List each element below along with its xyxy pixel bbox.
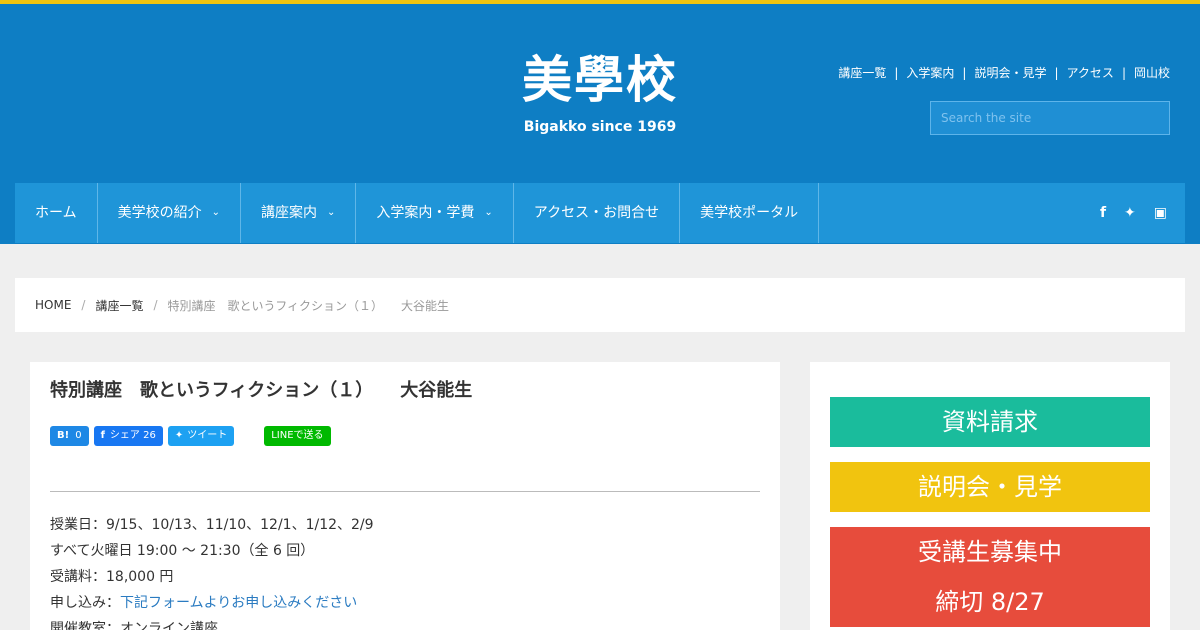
site-logo[interactable]: 美學校 Bigakko since 1969 xyxy=(500,52,700,142)
recruitment-label: 受講生募集中 xyxy=(918,538,1062,566)
nav-item-label: 美学校ポータル xyxy=(700,205,799,221)
twitter-icon[interactable]: ✦ xyxy=(1124,205,1136,221)
apply-label: 申し込み： xyxy=(50,595,120,611)
nav-item-label: 入学案内・学費 xyxy=(376,205,475,221)
breadcrumb-current: 特別講座 歌というフィクション（１） 大谷能生 xyxy=(167,298,450,313)
toplink-separator: | xyxy=(962,66,967,80)
logo-tagline: Bigakko since 1969 xyxy=(523,119,677,135)
nav-item-label: アクセス・お問合せ xyxy=(533,205,660,221)
hatena-bookmark-button[interactable]: B! 0 xyxy=(50,426,89,446)
page-title: 特別講座 歌というフィクション（１） 大谷能生 xyxy=(50,380,473,401)
toplink-access[interactable]: アクセス xyxy=(1067,64,1114,82)
breadcrumb-home[interactable]: HOME xyxy=(35,298,71,312)
divider xyxy=(50,491,760,492)
tweet-button[interactable]: ✦ ツイート xyxy=(167,426,235,446)
search-input[interactable]: Search the site xyxy=(930,101,1170,135)
request-materials-button[interactable]: 資料請求 xyxy=(830,397,1150,447)
breadcrumb-separator: / xyxy=(153,298,158,312)
toplink-separator: | xyxy=(894,66,899,80)
hatena-icon: B! xyxy=(57,430,70,441)
instagram-icon[interactable]: ▣ xyxy=(1154,205,1167,221)
tweet-label: ツイート xyxy=(187,430,228,441)
nav-item-label: ホーム xyxy=(35,205,77,221)
chevron-down-icon: ⌄ xyxy=(484,207,493,218)
twitter-icon: ✦ xyxy=(174,430,184,441)
nav-item-portal[interactable]: 美学校ポータル xyxy=(680,183,820,243)
course-schedule: すべて火曜日 19:00 〜 21:30（全 6 回） xyxy=(50,543,315,559)
logo-kanji: 美學校 xyxy=(522,51,678,109)
breadcrumb-courses[interactable]: 講座一覧 xyxy=(95,297,143,314)
toplink-separator: | xyxy=(1054,66,1059,80)
nav-item-home[interactable]: ホーム xyxy=(15,183,98,243)
facebook-icon[interactable]: f xyxy=(1100,205,1106,221)
line-share-button[interactable]: LINEで送る xyxy=(264,426,331,446)
toplink-info-session[interactable]: 説明会・見学 xyxy=(974,64,1046,82)
nav-item-label: 講座案内 xyxy=(260,205,317,221)
nav-item-access[interactable]: アクセス・お問合せ xyxy=(514,183,681,243)
line-share-label: LINEで送る xyxy=(271,430,324,441)
article-card: 特別講座 歌というフィクション（１） 大谷能生 B! 0 f シェア 26 ✦ … xyxy=(30,362,780,630)
course-apply: 申し込み：下記フォームよりお申し込みください xyxy=(50,590,374,616)
social-links: f ✦ ▣ xyxy=(1082,183,1167,243)
course-dates: 授業日：9/15、10/13、11/10、12/1、1/12、2/9 xyxy=(50,517,374,533)
toplink-separator: | xyxy=(1121,66,1126,80)
share-buttons: B! 0 f シェア 26 ✦ ツイート LINEで送る xyxy=(50,426,336,446)
nav-item-courses[interactable]: 講座案内 ⌄ xyxy=(241,183,357,243)
apply-link[interactable]: 下記フォームよりお申し込みください xyxy=(120,595,357,611)
chevron-down-icon: ⌄ xyxy=(211,207,220,218)
facebook-icon: f xyxy=(100,430,105,441)
breadcrumb: HOME / 講座一覧 / 特別講座 歌というフィクション（１） 大谷能生 xyxy=(15,278,1185,332)
hatena-count: 0 xyxy=(75,430,82,441)
toplink-admission[interactable]: 入学案内 xyxy=(906,64,954,82)
breadcrumb-separator: / xyxy=(81,298,86,312)
deadline-label: 締切 8/27 xyxy=(935,588,1045,616)
course-room: 開催教室：オンライン講座 xyxy=(50,621,218,630)
facebook-share-label: シェア 26 xyxy=(109,430,156,441)
toplink-courses[interactable]: 講座一覧 xyxy=(838,64,886,82)
sidebar: 資料請求 説明会・見学 受講生募集中 締切 8/27 xyxy=(810,362,1170,630)
recruitment-button[interactable]: 受講生募集中 締切 8/27 xyxy=(830,527,1150,627)
course-info: 授業日：9/15、10/13、11/10、12/1、1/12、2/9 すべて火曜… xyxy=(50,512,374,630)
nav-item-admission[interactable]: 入学案内・学費 ⌄ xyxy=(356,183,514,243)
nav-item-label: 美学校の紹介 xyxy=(117,205,202,221)
chevron-down-icon: ⌄ xyxy=(326,207,336,218)
facebook-share-button[interactable]: f シェア 26 xyxy=(93,426,163,446)
top-links: 講座一覧 | 入学案内 | 説明会・見学 | アクセス | 岡山校 xyxy=(838,64,1170,82)
toplink-okayama[interactable]: 岡山校 xyxy=(1134,64,1170,82)
nav-item-about[interactable]: 美学校の紹介 ⌄ xyxy=(98,183,241,243)
info-session-button[interactable]: 説明会・見学 xyxy=(830,462,1150,512)
course-fee: 受講料：18,000 円 xyxy=(50,569,174,585)
main-nav: ホーム 美学校の紹介 ⌄ 講座案内 ⌄ 入学案内・学費 ⌄ アクセス・お問合せ 美学校… xyxy=(15,183,1185,243)
